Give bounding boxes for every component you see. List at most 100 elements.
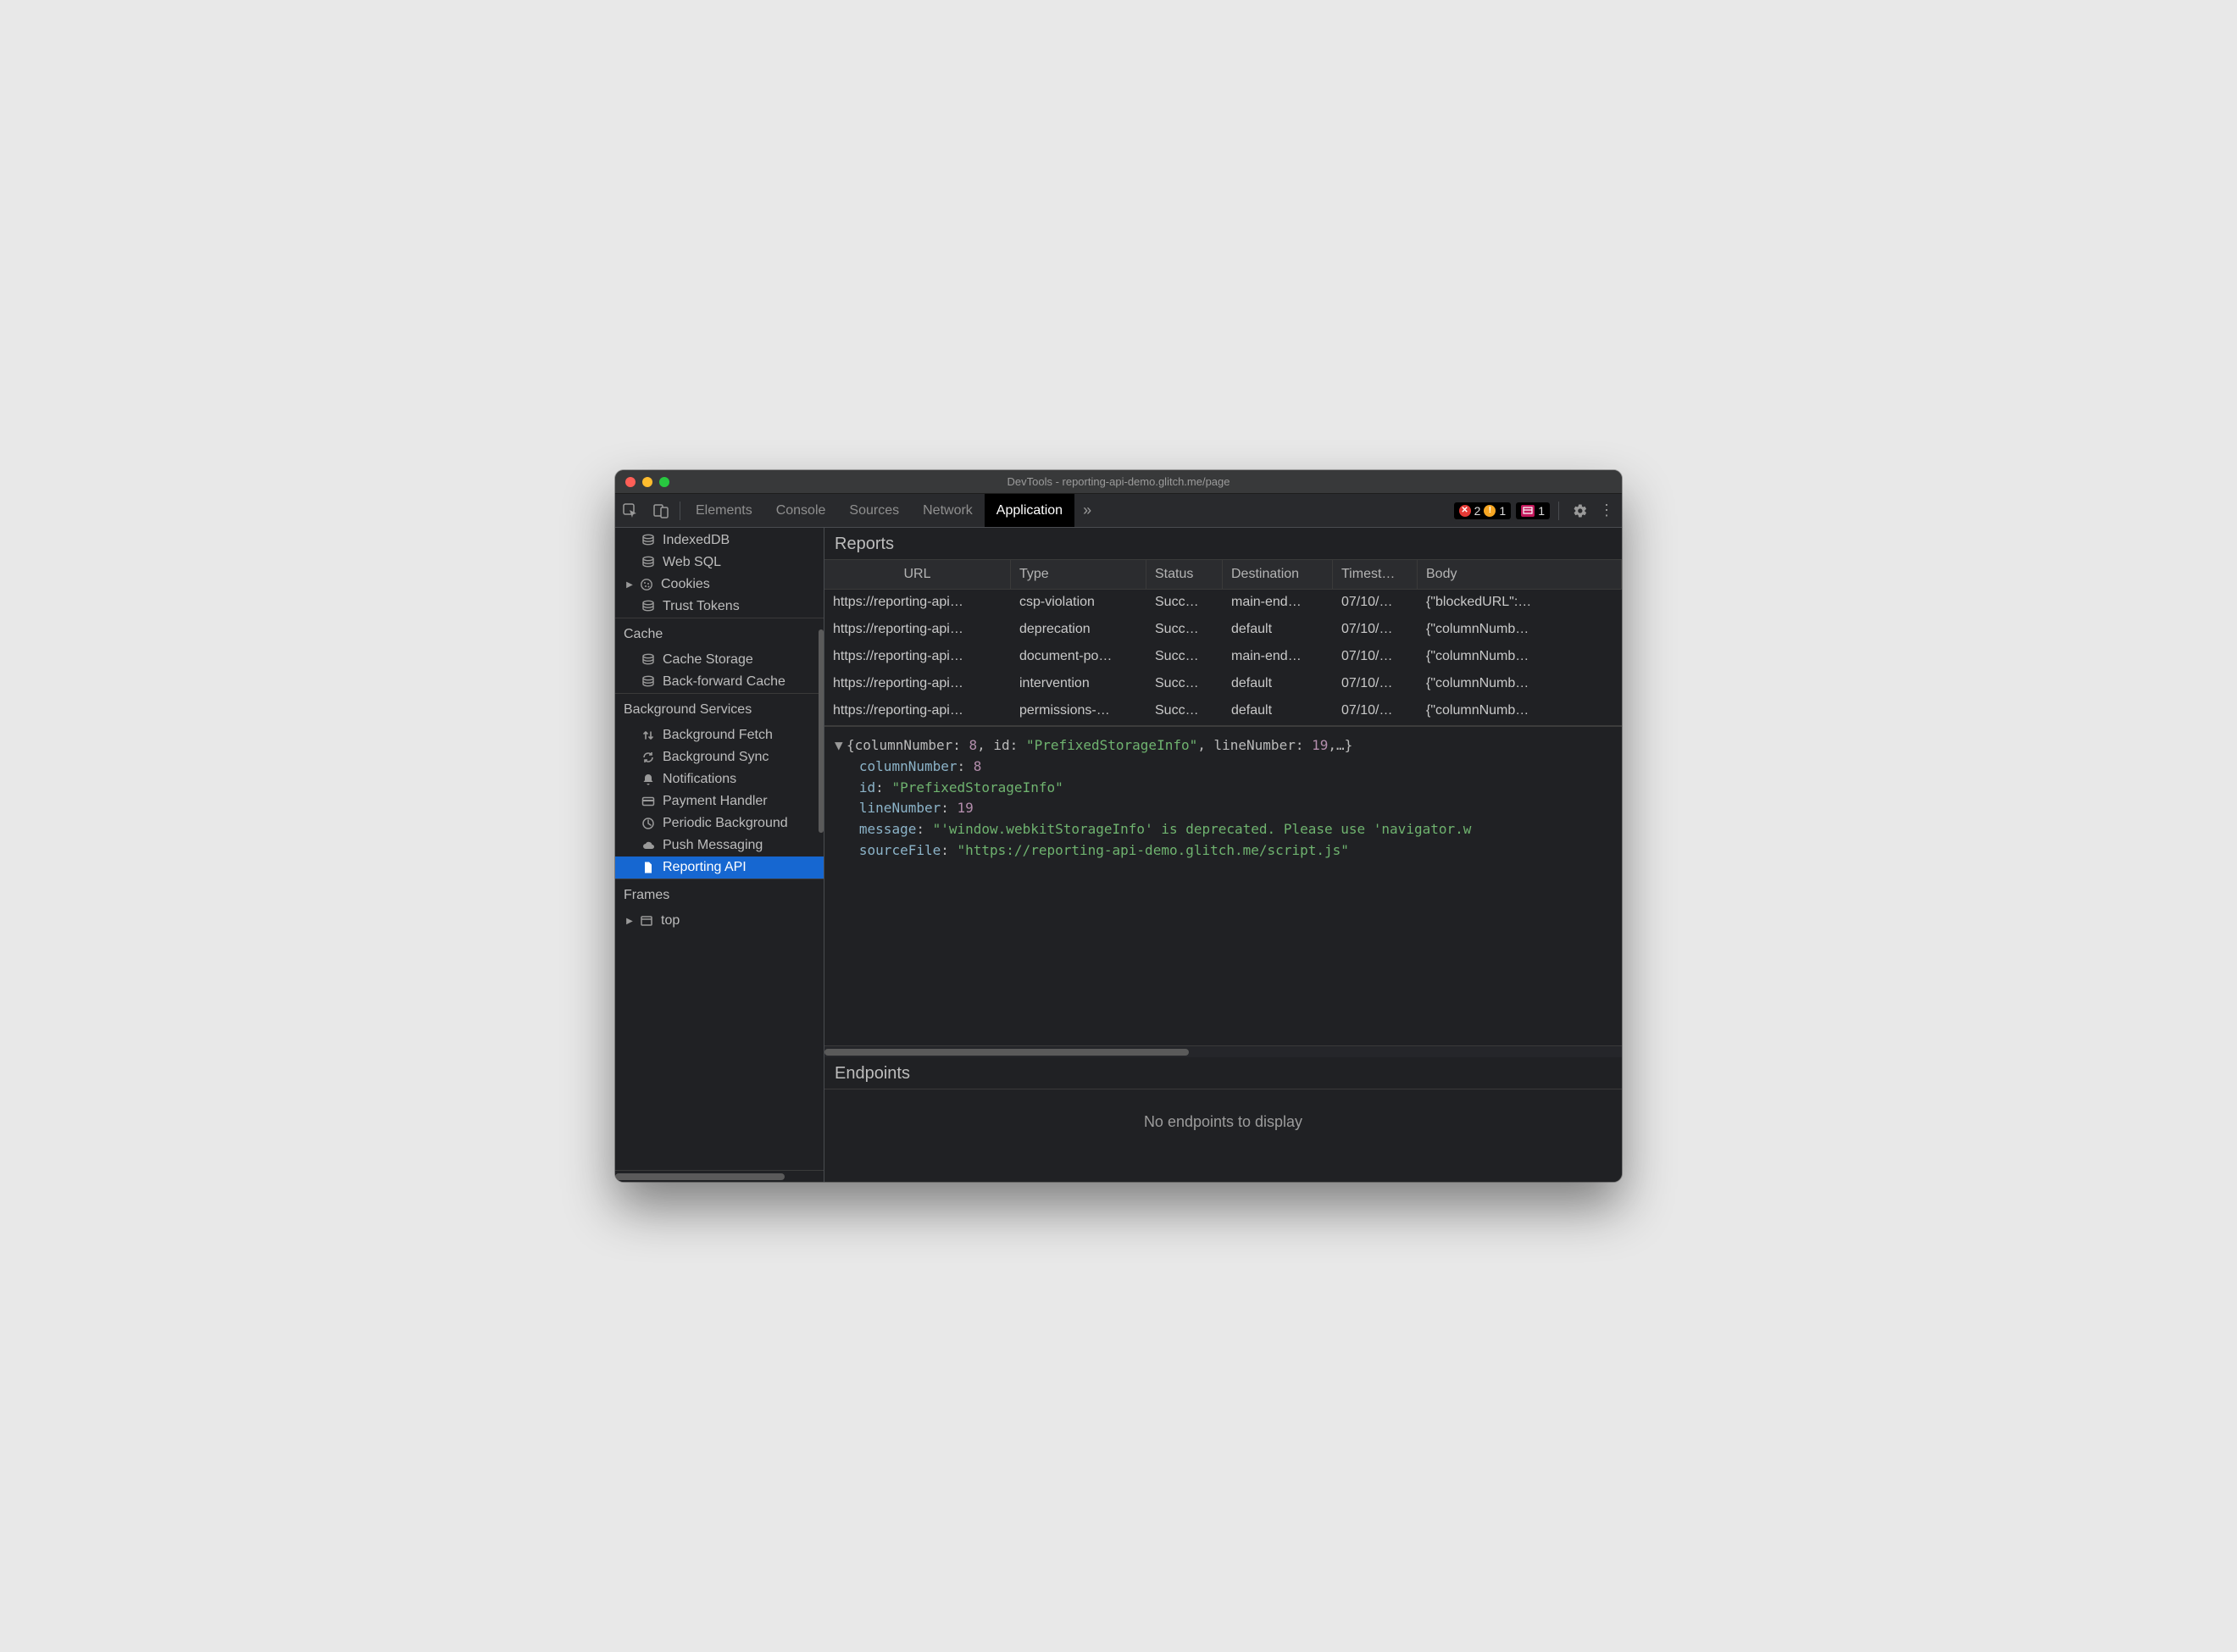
detail-key: lineNumber [859,800,941,816]
minimize-window-button[interactable] [642,477,652,487]
database-icon [641,555,656,570]
detail-hscrollbar[interactable] [824,1045,1622,1057]
table-row[interactable]: https://reporting-api… intervention Succ… [824,671,1622,698]
expand-triangle-icon[interactable]: ▶ [625,580,634,590]
sidebar-item-payment-handler[interactable]: Payment Handler [615,790,824,812]
table-row[interactable]: https://reporting-api… deprecation Succ…… [824,617,1622,644]
database-icon [641,599,656,614]
expand-triangle-icon[interactable]: ▶ [625,917,634,926]
sidebar-item-bg-fetch[interactable]: Background Fetch [615,724,824,746]
detail-key: sourceFile [859,842,941,858]
cell-timestamp: 07/10/… [1333,644,1418,670]
detail-value: 8 [974,758,982,774]
sidebar-item-label: top [661,913,680,929]
main-panel: Reports URL Type Status Destination Time… [824,528,1622,1182]
sidebar-item-label: Payment Handler [663,794,768,809]
frame-icon [639,913,654,929]
detail-value: "https://reporting-api-demo.glitch.me/sc… [958,842,1349,858]
reports-table: URL Type Status Destination Timest… Body… [824,560,1622,725]
tab-elements[interactable]: Elements [684,494,764,527]
cell-url: https://reporting-api… [824,644,1011,670]
cell-dest: main-end… [1223,590,1333,616]
col-type[interactable]: Type [1011,560,1146,590]
issues-badge[interactable]: 1 [1516,502,1550,519]
updown-icon [641,728,656,743]
tab-network[interactable]: Network [911,494,985,527]
detail-key: columnNumber [859,758,958,774]
cell-body: {"columnNumb… [1418,617,1622,643]
file-icon [641,860,656,875]
sidebar-item-push-messaging[interactable]: Push Messaging [615,834,824,856]
sidebar-item-label: Periodic Background [663,816,788,831]
sidebar-item-label: Back-forward Cache [663,674,785,690]
sidebar-item-frame-top[interactable]: ▶ top [615,910,824,932]
device-toolbar-icon[interactable] [646,494,676,527]
tab-sources[interactable]: Sources [837,494,911,527]
traffic-lights [625,477,669,487]
clock-icon [641,816,656,831]
cell-status: Succ… [1146,617,1223,643]
sidebar-heading-cache: Cache [615,618,824,647]
console-error-warning-badge[interactable]: ✕ 2 ! 1 [1454,502,1512,519]
col-destination[interactable]: Destination [1223,560,1333,590]
cell-timestamp: 07/10/… [1333,590,1418,616]
table-row[interactable]: https://reporting-api… permissions-… Suc… [824,698,1622,725]
warning-count: 1 [1499,504,1506,518]
panel-tabs: Elements Console Sources Network Applica… [684,494,1100,527]
sidebar-item-trust-tokens[interactable]: Trust Tokens [615,596,824,618]
table-header-row: URL Type Status Destination Timest… Body [824,560,1622,590]
window-title: DevTools - reporting-api-demo.glitch.me/… [615,475,1622,488]
report-detail-pane: ▼{columnNumber: 8, id: "PrefixedStorageI… [824,727,1622,1045]
tab-console[interactable]: Console [764,494,838,527]
cell-url: https://reporting-api… [824,617,1011,643]
sidebar-item-label: Trust Tokens [663,599,740,614]
col-body[interactable]: Body [1418,560,1622,590]
cell-type: deprecation [1011,617,1146,643]
sidebar-item-label: Notifications [663,772,736,787]
sidebar-item-indexeddb[interactable]: IndexedDB [615,529,824,552]
inspect-element-icon[interactable] [615,494,646,527]
cell-body: {"blockedURL":… [1418,590,1622,616]
issues-count: 1 [1538,504,1545,518]
sidebar-heading-frames: Frames [615,879,824,908]
sidebar-heading-bgservices: Background Services [615,693,824,723]
cell-dest: default [1223,671,1333,697]
zoom-window-button[interactable] [659,477,669,487]
sidebar-item-label: Web SQL [663,555,721,570]
close-window-button[interactable] [625,477,636,487]
application-sidebar: IndexedDB Web SQL ▶ Cookies Trust Tokens [615,528,824,1182]
cell-body: {"columnNumb… [1418,671,1622,697]
more-options-icon[interactable]: ⋮ [1598,502,1615,519]
more-tabs-button[interactable]: » [1074,494,1100,527]
sidebar-vscrollbar[interactable] [819,528,824,1182]
collapse-triangle-icon[interactable]: ▼ [835,735,847,757]
tab-application[interactable]: Application [985,494,1074,527]
table-row[interactable]: https://reporting-api… csp-violation Suc… [824,590,1622,617]
warning-icon: ! [1484,505,1496,517]
detail-value: "'window.webkitStorageInfo' is deprecate… [933,821,1472,837]
reports-heading: Reports [824,528,1622,560]
col-url[interactable]: URL [824,560,1011,590]
sidebar-item-notifications[interactable]: Notifications [615,768,824,790]
cookie-icon [639,577,654,592]
sidebar-item-cache-storage[interactable]: Cache Storage [615,649,824,671]
cell-type: intervention [1011,671,1146,697]
detail-value: 19 [958,800,974,816]
sidebar-item-bfcache[interactable]: Back-forward Cache [615,671,824,693]
cell-status: Succ… [1146,698,1223,724]
sidebar-item-cookies[interactable]: ▶ Cookies [615,574,824,596]
sidebar-hscrollbar[interactable] [615,1170,824,1182]
sidebar-item-websql[interactable]: Web SQL [615,552,824,574]
sidebar-item-reporting-api[interactable]: Reporting API [615,856,824,879]
col-timestamp[interactable]: Timest… [1333,560,1418,590]
table-row[interactable]: https://reporting-api… document-po… Succ… [824,644,1622,671]
sidebar-item-bg-sync[interactable]: Background Sync [615,746,824,768]
toolbar-separator [1558,502,1559,520]
sidebar-item-periodic-bg[interactable]: Periodic Background [615,812,824,834]
settings-icon[interactable] [1568,503,1593,518]
sidebar-item-label: Cache Storage [663,652,753,668]
col-status[interactable]: Status [1146,560,1223,590]
sidebar-item-label: Cookies [661,577,710,592]
issues-icon [1521,505,1535,517]
sidebar-item-label: Background Fetch [663,728,773,743]
